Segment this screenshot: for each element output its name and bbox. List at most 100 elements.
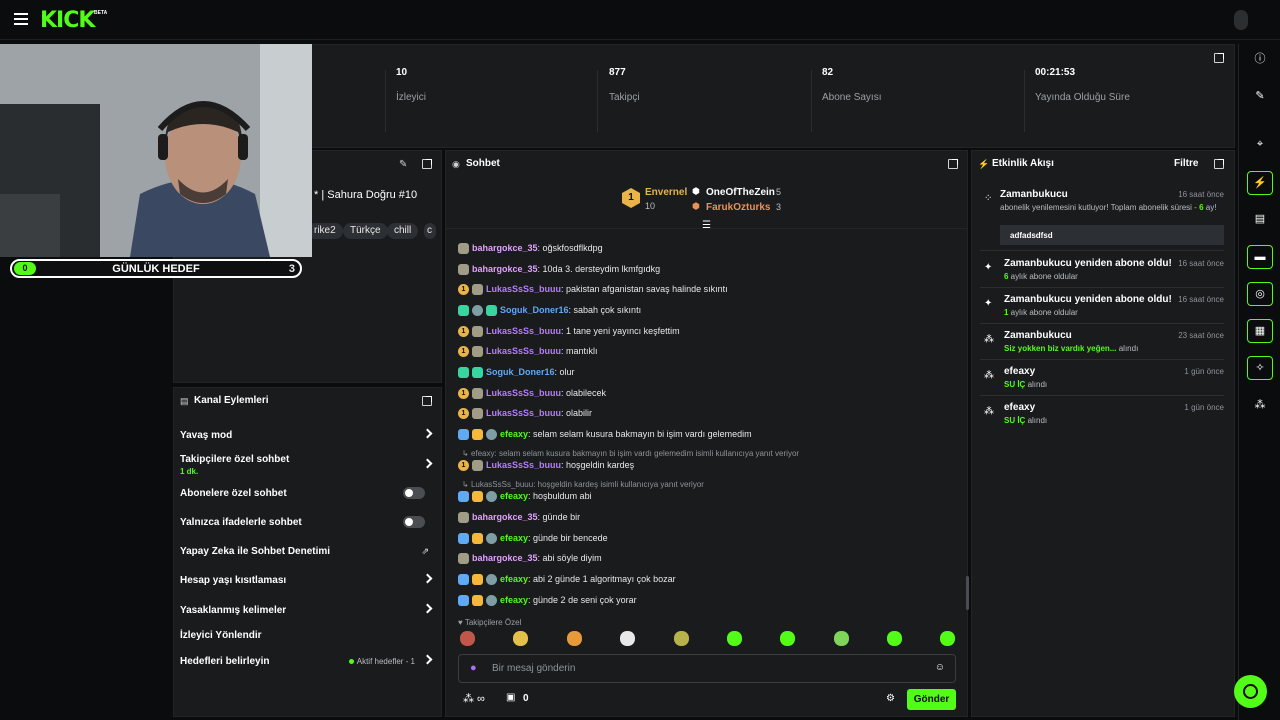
feed-description: 1 aylık abone oldular bbox=[1004, 308, 1224, 318]
points-icon[interactable]: ⁂ bbox=[1247, 394, 1273, 418]
active-goals-text: Aktif hedefler - 1 bbox=[356, 657, 415, 666]
tag[interactable]: Türkçe bbox=[343, 223, 388, 239]
chat-bubble-icon: ◉ bbox=[452, 159, 460, 169]
feed-username[interactable]: Zamanbukucu yeniden abone oldu! bbox=[1004, 258, 1172, 269]
popout-icon[interactable] bbox=[422, 396, 432, 406]
chat-username[interactable]: LukasSsSs_buuu bbox=[486, 388, 561, 398]
chat-username[interactable]: efeaxy bbox=[500, 533, 528, 543]
emote[interactable] bbox=[620, 631, 635, 646]
ai-moderation-row[interactable]: Yapay Zeka ile Sohbet Denetimi ⇗ bbox=[180, 546, 431, 557]
info-icon[interactable]: ⓘ bbox=[1247, 48, 1273, 72]
pencil-icon[interactable]: ✎ bbox=[1247, 85, 1273, 109]
chat-input-placeholder[interactable]: Bir mesaj gönderin bbox=[492, 663, 575, 674]
chat-username[interactable]: Soguk_Doner16 bbox=[500, 305, 569, 315]
emote[interactable] bbox=[513, 631, 528, 646]
edit-icon[interactable]: ✎ bbox=[399, 159, 407, 170]
chat-username[interactable]: bahargokce_35 bbox=[472, 243, 538, 253]
emote[interactable] bbox=[727, 631, 742, 646]
feed-text: alındı bbox=[1025, 380, 1048, 389]
emote[interactable] bbox=[460, 631, 475, 646]
feed-username[interactable]: efeaxy bbox=[1004, 366, 1035, 377]
filter-button[interactable]: Filtre bbox=[1174, 158, 1198, 169]
tag[interactable]: c bbox=[424, 223, 436, 239]
chat-username[interactable]: bahargokce_35 bbox=[472, 553, 538, 563]
emote[interactable] bbox=[674, 631, 689, 646]
gear-icon[interactable]: ⚙ bbox=[886, 693, 895, 704]
chat-username[interactable]: efeaxy bbox=[500, 595, 528, 605]
emote[interactable] bbox=[887, 631, 902, 646]
subscribers-only-row[interactable]: Abonelere özel sohbet bbox=[180, 487, 431, 499]
sub-badge-icon bbox=[458, 243, 469, 255]
chat-username[interactable]: LukasSsSs_buuu bbox=[486, 284, 561, 294]
crown-badge-icon bbox=[472, 574, 483, 586]
supporter-name[interactable]: Envernel bbox=[645, 187, 687, 198]
emoji-icon[interactable]: ☺ bbox=[935, 662, 945, 673]
chat-username[interactable]: efeaxy bbox=[500, 574, 528, 584]
stat-label: Abone Sayısı bbox=[822, 92, 882, 103]
emote[interactable] bbox=[567, 631, 582, 646]
divider bbox=[811, 70, 812, 132]
chat-username[interactable]: Soguk_Doner16 bbox=[486, 367, 555, 377]
emote[interactable] bbox=[780, 631, 795, 646]
chat-username[interactable]: efeaxy bbox=[500, 491, 528, 501]
broadcast-icon[interactable]: ◎ bbox=[1247, 282, 1273, 306]
account-age-row[interactable]: Hesap yaşı kısıtlaması bbox=[180, 573, 433, 586]
active-goals-status: Aktif hedefler - 1 bbox=[348, 657, 415, 666]
feed-username[interactable]: Zamanbukucu bbox=[1000, 189, 1068, 200]
shield-badge-icon bbox=[486, 429, 497, 441]
collapse-icon[interactable]: ☰ bbox=[702, 220, 711, 231]
feed-username[interactable]: Zamanbukucu yeniden abone oldu! bbox=[1004, 294, 1172, 305]
popout-icon[interactable] bbox=[948, 159, 958, 169]
chat-icon[interactable]: ▬ bbox=[1247, 245, 1273, 269]
supporter-name[interactable]: FarukOzturks bbox=[706, 202, 770, 213]
chat-username[interactable]: LukasSsSs_buuu bbox=[486, 460, 561, 470]
tag[interactable]: rike2 bbox=[307, 223, 343, 239]
chat-username[interactable]: LukasSsSs_buuu bbox=[486, 326, 561, 336]
user-avatar[interactable] bbox=[1234, 10, 1248, 30]
panels-icon[interactable]: ▦ bbox=[1247, 319, 1273, 343]
popout-icon[interactable] bbox=[1214, 53, 1224, 63]
kick-logo[interactable]: KICK bbox=[40, 8, 95, 33]
chat-username[interactable]: efeaxy bbox=[500, 429, 528, 439]
chat-username[interactable]: LukasSsSs_buuu bbox=[486, 346, 561, 356]
channel-points-icon[interactable]: ⁂ ∞ bbox=[463, 692, 485, 705]
feed-username[interactable]: efeaxy bbox=[1004, 402, 1035, 413]
send-button[interactable]: Gönder bbox=[907, 689, 956, 710]
chat-scrollbar[interactable] bbox=[966, 576, 969, 610]
feed-description: 6 aylık abone oldular bbox=[1004, 272, 1224, 282]
store-icon[interactable]: ▣ bbox=[506, 692, 515, 703]
slow-mode-row[interactable]: Yavaş mod bbox=[180, 428, 433, 441]
help-button[interactable] bbox=[1234, 675, 1267, 708]
chat-input-box[interactable]: ● Bir mesaj gönderin ☺ bbox=[458, 654, 956, 683]
microphone-icon[interactable]: ● bbox=[470, 662, 477, 674]
menu-icon[interactable] bbox=[14, 13, 28, 25]
stat-followers: 877 Takipçi bbox=[609, 67, 809, 103]
focus-icon[interactable]: ⌖ bbox=[1247, 133, 1273, 157]
chat-username[interactable]: bahargokce_35 bbox=[472, 512, 538, 522]
popout-icon[interactable] bbox=[422, 159, 432, 169]
emote[interactable] bbox=[834, 631, 849, 646]
banned-words-row[interactable]: Yasaklanmış kelimeler bbox=[180, 603, 433, 616]
followers-only-row[interactable]: Takipçilere özel sohbet 1 dk. bbox=[180, 454, 433, 476]
host-viewers-row[interactable]: İzleyici Yönlendir bbox=[180, 630, 431, 641]
feed-username[interactable]: Zamanbukucu bbox=[1004, 330, 1072, 341]
supporter-name[interactable]: OneOfTheZein bbox=[706, 187, 775, 198]
emotes-only-toggle[interactable] bbox=[403, 516, 425, 528]
popout-icon[interactable] bbox=[1214, 159, 1224, 169]
emotes-only-row[interactable]: Yalnızca ifadelerle sohbet bbox=[180, 516, 431, 528]
chat-username[interactable]: LukasSsSs_buuu bbox=[486, 408, 561, 418]
wrench-icon[interactable]: ✧ bbox=[1247, 356, 1273, 380]
daily-goal-bar: 0 GÜNLÜK HEDEF 3 bbox=[10, 259, 302, 278]
emote[interactable] bbox=[940, 631, 955, 646]
feed-text: alındı bbox=[1025, 416, 1048, 425]
goal-title: GÜNLÜK HEDEF bbox=[112, 263, 200, 275]
chat-message: bahargokce_35: günde bir bbox=[458, 511, 580, 525]
document-icon[interactable]: ▤ bbox=[1247, 208, 1273, 232]
subscribers-only-toggle[interactable] bbox=[403, 487, 425, 499]
lightning-icon[interactable]: ⚡ bbox=[1247, 171, 1273, 195]
sub-badge-icon bbox=[458, 553, 469, 565]
tag[interactable]: chill bbox=[387, 223, 419, 239]
set-goals-row[interactable]: Hedefleri belirleyin Aktif hedefler - 1 bbox=[180, 654, 433, 667]
chat-username[interactable]: bahargokce_35 bbox=[472, 264, 538, 274]
sub-badge-icon bbox=[472, 326, 483, 338]
